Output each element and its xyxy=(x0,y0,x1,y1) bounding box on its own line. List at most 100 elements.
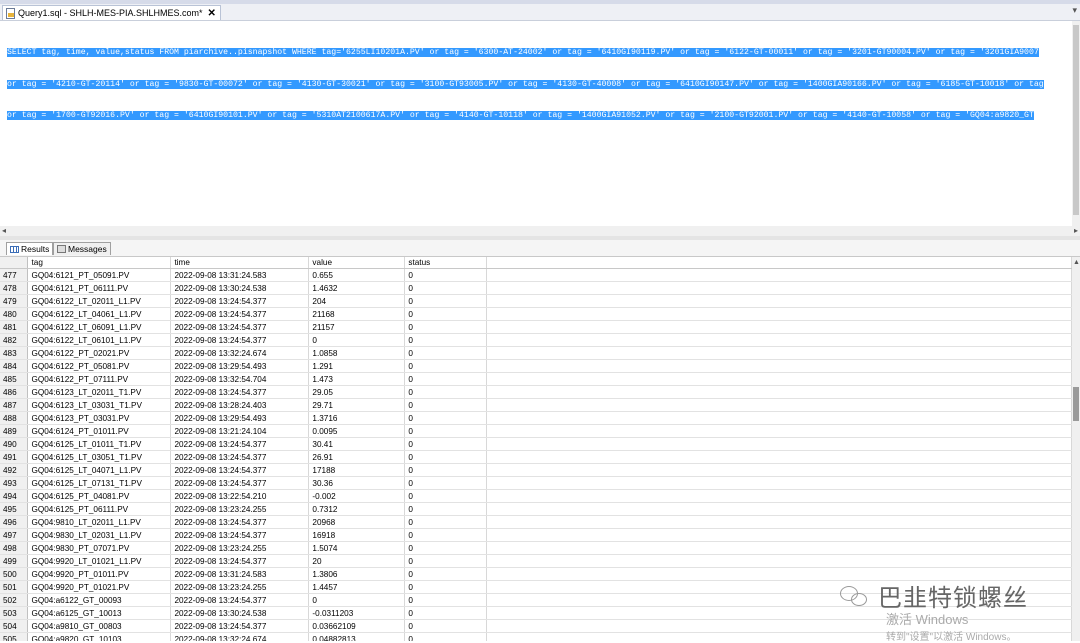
time-cell[interactable]: 2022-09-08 13:29:54.493 xyxy=(170,411,310,425)
status-cell[interactable]: 0 xyxy=(404,294,488,308)
time-cell[interactable]: 2022-09-08 13:24:54.377 xyxy=(170,385,310,399)
status-cell[interactable]: 0 xyxy=(404,307,488,321)
status-cell[interactable]: 0 xyxy=(404,268,488,282)
value-cell[interactable]: 21168 xyxy=(308,307,406,321)
row-number-cell[interactable]: 486 xyxy=(0,385,29,399)
value-cell[interactable]: -0.002 xyxy=(308,489,406,503)
value-cell[interactable]: 21157 xyxy=(308,320,406,334)
row-number-cell[interactable]: 487 xyxy=(0,398,29,412)
time-cell[interactable]: 2022-09-08 13:32:54.704 xyxy=(170,372,310,386)
value-cell[interactable]: 20 xyxy=(308,554,406,568)
tag-cell[interactable]: GQ04:a6122_GT_00093 xyxy=(27,593,172,607)
tag-cell[interactable]: GQ04:6122_LT_06091_L1.PV xyxy=(27,320,172,334)
table-row[interactable]: 493 GQ04:6125_LT_07131_T1.PV 2022-09-08 13… xyxy=(0,476,1072,490)
tag-cell[interactable]: GQ04:9920_PT_01011.PV xyxy=(27,567,172,581)
row-number-cell[interactable]: 502 xyxy=(0,593,29,607)
table-row[interactable]: 498 GQ04:9830_PT_07071.PV 2022-09-08 13:23… xyxy=(0,541,1072,555)
tag-cell[interactable]: GQ04:6123_PT_03031.PV xyxy=(27,411,172,425)
time-cell[interactable]: 2022-09-08 13:24:54.377 xyxy=(170,333,310,347)
tag-cell[interactable]: GQ04:6122_PT_02021.PV xyxy=(27,346,172,360)
value-cell[interactable]: 26.91 xyxy=(308,450,406,464)
scroll-right-icon[interactable]: ▸ xyxy=(1074,226,1078,235)
table-row[interactable]: 492 GQ04:6125_LT_04071_L1.PV 2022-09-08 13… xyxy=(0,463,1072,477)
status-cell[interactable]: 0 xyxy=(404,541,488,555)
editor-vertical-scrollbar[interactable] xyxy=(1072,21,1080,226)
value-cell[interactable]: -0.0311203 xyxy=(308,606,406,620)
column-header-time[interactable]: time xyxy=(170,257,310,269)
value-cell[interactable]: 1.5074 xyxy=(308,541,406,555)
table-row[interactable]: 481 GQ04:6122_LT_06091_L1.PV 2022-09-08 13… xyxy=(0,320,1072,334)
value-cell[interactable]: 1.3806 xyxy=(308,567,406,581)
scroll-up-icon[interactable]: ▲ xyxy=(1073,259,1080,266)
editor-scroll-thumb[interactable] xyxy=(1073,25,1079,215)
table-row[interactable]: 479 GQ04:6122_LT_02011_L1.PV 2022-09-08 13… xyxy=(0,294,1072,308)
status-cell[interactable]: 0 xyxy=(404,398,488,412)
status-cell[interactable]: 0 xyxy=(404,359,488,373)
status-cell[interactable]: 0 xyxy=(404,320,488,334)
grid-vertical-scrollbar[interactable]: ▲ xyxy=(1072,257,1080,641)
close-tab-icon[interactable]: ✕ xyxy=(208,8,216,19)
status-cell[interactable]: 0 xyxy=(404,385,488,399)
status-cell[interactable]: 0 xyxy=(404,450,488,464)
value-cell[interactable]: 20968 xyxy=(308,515,406,529)
time-cell[interactable]: 2022-09-08 13:24:54.377 xyxy=(170,515,310,529)
row-number-cell[interactable]: 481 xyxy=(0,320,29,334)
corner-cell[interactable] xyxy=(0,257,29,269)
row-number-cell[interactable]: 504 xyxy=(0,619,29,633)
tag-cell[interactable]: GQ04:a6125_GT_10013 xyxy=(27,606,172,620)
status-cell[interactable]: 0 xyxy=(404,580,488,594)
table-row[interactable]: 499 GQ04:9920_LT_01021_L1.PV 2022-09-08 13… xyxy=(0,554,1072,568)
status-cell[interactable]: 0 xyxy=(404,476,488,490)
row-number-cell[interactable]: 485 xyxy=(0,372,29,386)
row-number-cell[interactable]: 477 xyxy=(0,268,29,282)
table-row[interactable]: 488 GQ04:6123_PT_03031.PV 2022-09-08 13:29… xyxy=(0,411,1072,425)
table-row[interactable]: 496 GQ04:9810_LT_02011_L1.PV 2022-09-08 13… xyxy=(0,515,1072,529)
tag-cell[interactable]: GQ04:9810_LT_02011_L1.PV xyxy=(27,515,172,529)
query-editor[interactable]: SELECT tag, time, value,status FROM piar… xyxy=(0,21,1072,226)
row-number-cell[interactable]: 505 xyxy=(0,632,29,641)
table-row[interactable]: 489 GQ04:6124_PT_01011.PV 2022-09-08 13:21… xyxy=(0,424,1072,438)
row-number-cell[interactable]: 495 xyxy=(0,502,29,516)
row-number-cell[interactable]: 483 xyxy=(0,346,29,360)
tag-cell[interactable]: GQ04:9830_LT_02031_L1.PV xyxy=(27,528,172,542)
value-cell[interactable]: 0 xyxy=(308,593,406,607)
tag-cell[interactable]: GQ04:6122_LT_02011_L1.PV xyxy=(27,294,172,308)
value-cell[interactable]: 0.03662109 xyxy=(308,619,406,633)
row-number-cell[interactable]: 479 xyxy=(0,294,29,308)
table-row[interactable]: 494 GQ04:6125_PT_04081.PV 2022-09-08 13:22… xyxy=(0,489,1072,503)
value-cell[interactable]: 1.0858 xyxy=(308,346,406,360)
table-row[interactable]: 497 GQ04:9830_LT_02031_L1.PV 2022-09-08 13… xyxy=(0,528,1072,542)
tag-cell[interactable]: GQ04:a9810_GT_00803 xyxy=(27,619,172,633)
time-cell[interactable]: 2022-09-08 13:24:54.377 xyxy=(170,476,310,490)
table-row[interactable]: 484 GQ04:6122_PT_05081.PV 2022-09-08 13:29… xyxy=(0,359,1072,373)
tag-cell[interactable]: GQ04:6125_LT_03051_T1.PV xyxy=(27,450,172,464)
value-cell[interactable]: 29.71 xyxy=(308,398,406,412)
value-cell[interactable]: 1.4457 xyxy=(308,580,406,594)
tag-cell[interactable]: GQ04:6122_PT_05081.PV xyxy=(27,359,172,373)
row-number-cell[interactable]: 488 xyxy=(0,411,29,425)
tag-cell[interactable]: GQ04:9920_LT_01021_L1.PV xyxy=(27,554,172,568)
row-number-cell[interactable]: 491 xyxy=(0,450,29,464)
row-number-cell[interactable]: 493 xyxy=(0,476,29,490)
time-cell[interactable]: 2022-09-08 13:24:54.377 xyxy=(170,450,310,464)
status-cell[interactable]: 0 xyxy=(404,424,488,438)
row-number-cell[interactable]: 492 xyxy=(0,463,29,477)
table-row[interactable]: 495 GQ04:6125_PT_06111.PV 2022-09-08 13:23… xyxy=(0,502,1072,516)
tag-cell[interactable]: GQ04:6125_LT_04071_L1.PV xyxy=(27,463,172,477)
tag-cell[interactable]: GQ04:6123_LT_02011_T1.PV xyxy=(27,385,172,399)
status-cell[interactable]: 0 xyxy=(404,346,488,360)
table-row[interactable]: 486 GQ04:6123_LT_02011_T1.PV 2022-09-08 13… xyxy=(0,385,1072,399)
value-cell[interactable]: 17188 xyxy=(308,463,406,477)
row-number-cell[interactable]: 489 xyxy=(0,424,29,438)
value-cell[interactable]: 1.3716 xyxy=(308,411,406,425)
time-cell[interactable]: 2022-09-08 13:30:24.538 xyxy=(170,281,310,295)
value-cell[interactable]: 29.05 xyxy=(308,385,406,399)
table-row[interactable]: 482 GQ04:6122_LT_06101_L1.PV 2022-09-08 13… xyxy=(0,333,1072,347)
time-cell[interactable]: 2022-09-08 13:23:24.255 xyxy=(170,580,310,594)
tag-cell[interactable]: GQ04:6125_PT_04081.PV xyxy=(27,489,172,503)
time-cell[interactable]: 2022-09-08 13:24:54.377 xyxy=(170,294,310,308)
time-cell[interactable]: 2022-09-08 13:32:24.674 xyxy=(170,632,310,641)
status-cell[interactable]: 0 xyxy=(404,619,488,633)
scroll-left-icon[interactable]: ◂ xyxy=(2,226,6,235)
tab-list-dropdown-icon[interactable]: ▾ xyxy=(1072,5,1077,16)
